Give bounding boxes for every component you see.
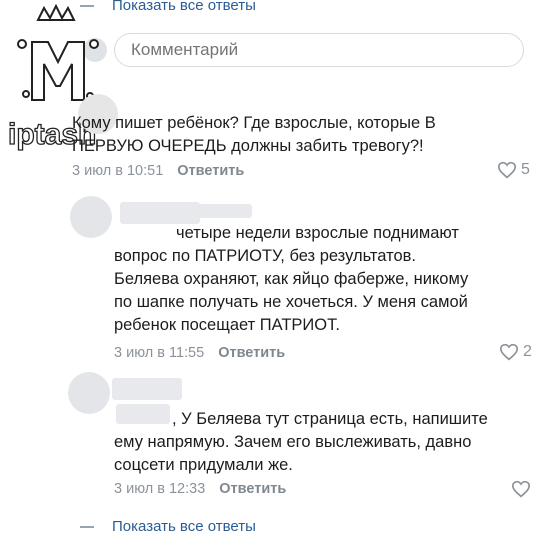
divider-dash — [80, 525, 94, 528]
like-button[interactable]: 5 — [497, 161, 530, 179]
avatar — [68, 372, 110, 414]
comment-timestamp: 3 июл в 10:51 — [72, 163, 164, 179]
comment-text: четыре недели взрослые поднимают вопрос … — [114, 224, 469, 334]
show-all-replies-label: Показать все ответы — [112, 0, 256, 14]
avatar — [70, 196, 112, 238]
show-all-replies-label: Показать все ответы — [112, 518, 256, 535]
like-count: 2 — [523, 343, 532, 360]
comment-text: Кому пишет ребёнок? Где взрослые, которы… — [72, 114, 436, 155]
like-count: 5 — [521, 161, 530, 178]
author-name-redacted — [180, 204, 252, 218]
reply-button[interactable]: Ответить — [177, 163, 244, 179]
like-button[interactable]: 2 — [499, 343, 532, 361]
heart-outline-icon — [499, 343, 519, 361]
author-name-redacted — [112, 378, 182, 400]
heart-outline-icon — [511, 480, 531, 498]
comment-input[interactable] — [114, 33, 524, 67]
reply-button[interactable]: Ответить — [219, 481, 286, 497]
like-button[interactable] — [511, 480, 531, 498]
comment-meta: 3 июл в 11:55 Ответить — [114, 345, 285, 361]
show-all-replies-bottom[interactable]: Показать все ответы — [80, 518, 256, 535]
reply-button[interactable]: Ответить — [218, 345, 285, 361]
comment-timestamp: 3 июл в 11:55 — [114, 345, 205, 361]
comment-meta: 3 июл в 12:33 Ответить — [114, 481, 286, 497]
heart-outline-icon — [497, 161, 517, 179]
comment-meta: 3 июл в 10:51 Ответить — [72, 163, 244, 179]
comment-timestamp: 3 июл в 12:33 — [114, 481, 206, 497]
comment-text: , У Беляева тут страница есть, напишите … — [114, 410, 488, 474]
